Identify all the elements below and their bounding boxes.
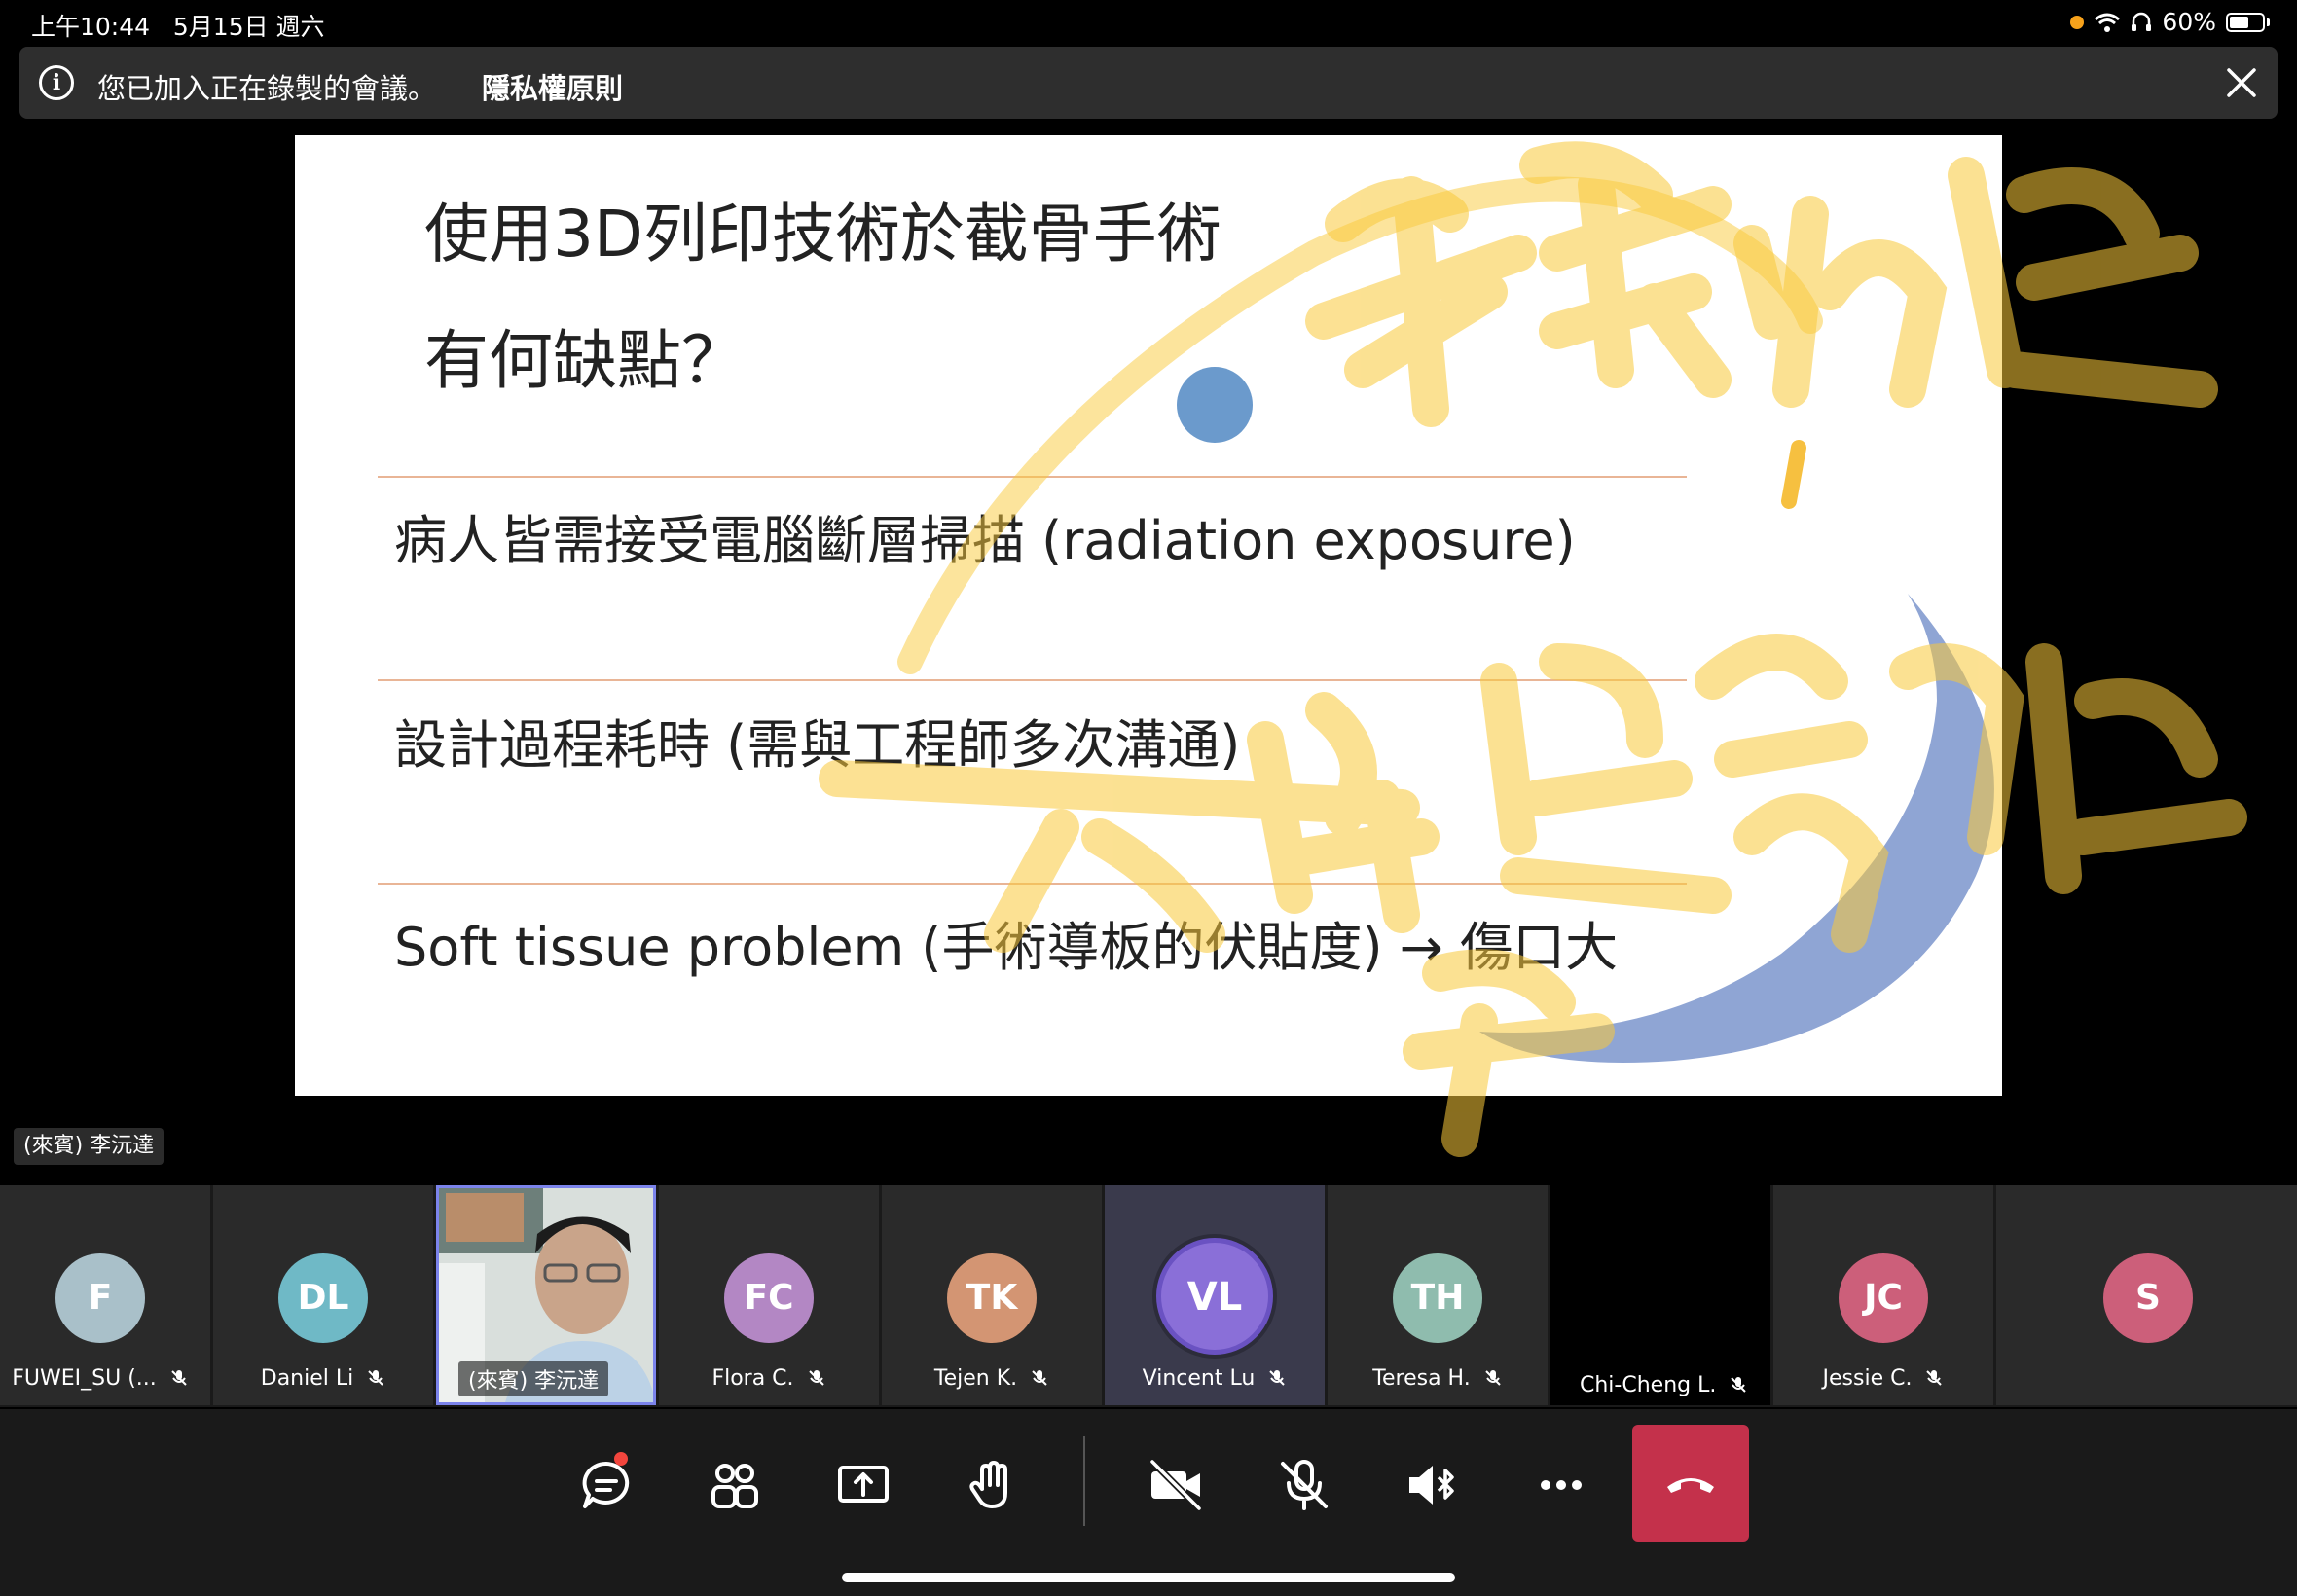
mic-off-icon xyxy=(1731,1377,1747,1393)
mic-off-icon xyxy=(368,1370,383,1386)
participant-tile[interactable]: S xyxy=(1996,1185,2297,1405)
ink-handwriting-bottom xyxy=(819,634,2247,1157)
participant-name-row: Jessie C. xyxy=(1773,1366,1993,1391)
hang-up-icon xyxy=(1667,1478,1714,1493)
participant-name: Flora C. xyxy=(711,1366,794,1391)
mic-off-icon xyxy=(1926,1370,1943,1386)
ink-blue-dot xyxy=(1177,367,1253,443)
participant-name: FUWEI_SU (... xyxy=(12,1366,157,1391)
speaker-bluetooth-icon xyxy=(1409,1466,1454,1505)
call-toolbar xyxy=(0,1409,2297,1596)
participant-strip[interactable]: F FUWEI_SU (... DL Daniel Li (來賓) 李沅達 FC xyxy=(0,1185,2297,1407)
participant-video-tile[interactable]: (來賓) 李沅達 xyxy=(436,1185,656,1405)
ink-yellow-dash xyxy=(1781,440,1806,509)
mic-off-icon xyxy=(1281,1460,1328,1510)
ink-yellow-arc xyxy=(897,176,1823,674)
chat-notification-dot xyxy=(614,1452,628,1466)
participant-name-row: Flora C. xyxy=(659,1366,879,1391)
camera-off-button[interactable] xyxy=(1117,1427,1234,1543)
participant-tile[interactable]: TH Teresa H. xyxy=(1328,1185,1548,1405)
participant-name-row: Vincent Lu xyxy=(1105,1366,1325,1391)
mic-off-icon xyxy=(808,1370,824,1386)
ink-handwriting-top xyxy=(1305,141,2218,427)
more-icon xyxy=(1541,1480,1582,1490)
participant-tile[interactable]: TK Tejen K. xyxy=(882,1185,1102,1405)
participants-button[interactable] xyxy=(676,1427,793,1543)
participant-name-row: Daniel Li xyxy=(213,1366,433,1391)
participant-name-row: Tejen K. xyxy=(882,1366,1102,1391)
avatar: TK xyxy=(947,1253,1037,1343)
hang-up-button[interactable] xyxy=(1632,1425,1749,1542)
avatar: VL xyxy=(1156,1238,1273,1355)
participant-name-row: FUWEI_SU (... xyxy=(0,1366,210,1391)
mic-off-icon xyxy=(1484,1370,1501,1386)
avatar: FC xyxy=(724,1253,814,1343)
avatar: JC xyxy=(1839,1253,1928,1343)
participant-name: Tejen K. xyxy=(933,1366,1018,1391)
raise-hand-button[interactable] xyxy=(933,1427,1050,1543)
toolbar-divider xyxy=(1083,1436,1085,1526)
mute-button[interactable] xyxy=(1246,1427,1363,1543)
mic-off-icon xyxy=(1269,1370,1286,1386)
participant-name: Vincent Lu xyxy=(1142,1366,1256,1391)
participant-name-row: Teresa H. xyxy=(1328,1366,1548,1391)
participant-video-tile[interactable]: Chi-Cheng L. xyxy=(1550,1185,1770,1405)
mic-off-icon xyxy=(171,1370,187,1386)
more-button[interactable] xyxy=(1503,1427,1620,1543)
participant-tile[interactable]: FC Flora C. xyxy=(659,1185,879,1405)
presenter-name-label: (來賓) 李沅達 xyxy=(14,1128,164,1165)
participant-name: Jessie C. xyxy=(1822,1366,1913,1391)
raise-hand-icon xyxy=(969,1461,1007,1508)
participant-name: Daniel Li xyxy=(260,1366,354,1391)
share-button[interactable] xyxy=(805,1427,922,1543)
share-screen-icon xyxy=(838,1466,889,1503)
audio-output-button[interactable] xyxy=(1374,1427,1491,1543)
participant-tile-speaking[interactable]: VL Vincent Lu xyxy=(1105,1185,1325,1405)
avatar: S xyxy=(2103,1253,2193,1343)
chat-icon xyxy=(582,1461,630,1508)
participant-name: Chi-Cheng L. xyxy=(1580,1373,1717,1397)
participant-name: Teresa H. xyxy=(1372,1366,1471,1391)
participant-name-row: Chi-Cheng L. xyxy=(1570,1371,1759,1399)
chat-button[interactable] xyxy=(548,1427,665,1543)
home-indicator[interactable] xyxy=(842,1573,1455,1582)
mic-off-icon xyxy=(1032,1370,1047,1386)
camera-off-icon xyxy=(1149,1459,1202,1511)
people-icon xyxy=(711,1464,758,1508)
avatar: DL xyxy=(278,1253,368,1343)
avatar: TH xyxy=(1393,1253,1482,1343)
participant-name: (來賓) 李沅達 xyxy=(458,1361,609,1396)
participant-tile[interactable]: JC Jessie C. xyxy=(1773,1185,1993,1405)
participant-tile[interactable]: F FUWEI_SU (... xyxy=(0,1185,210,1405)
avatar: F xyxy=(55,1253,145,1343)
participant-tile[interactable]: DL Daniel Li xyxy=(213,1185,433,1405)
